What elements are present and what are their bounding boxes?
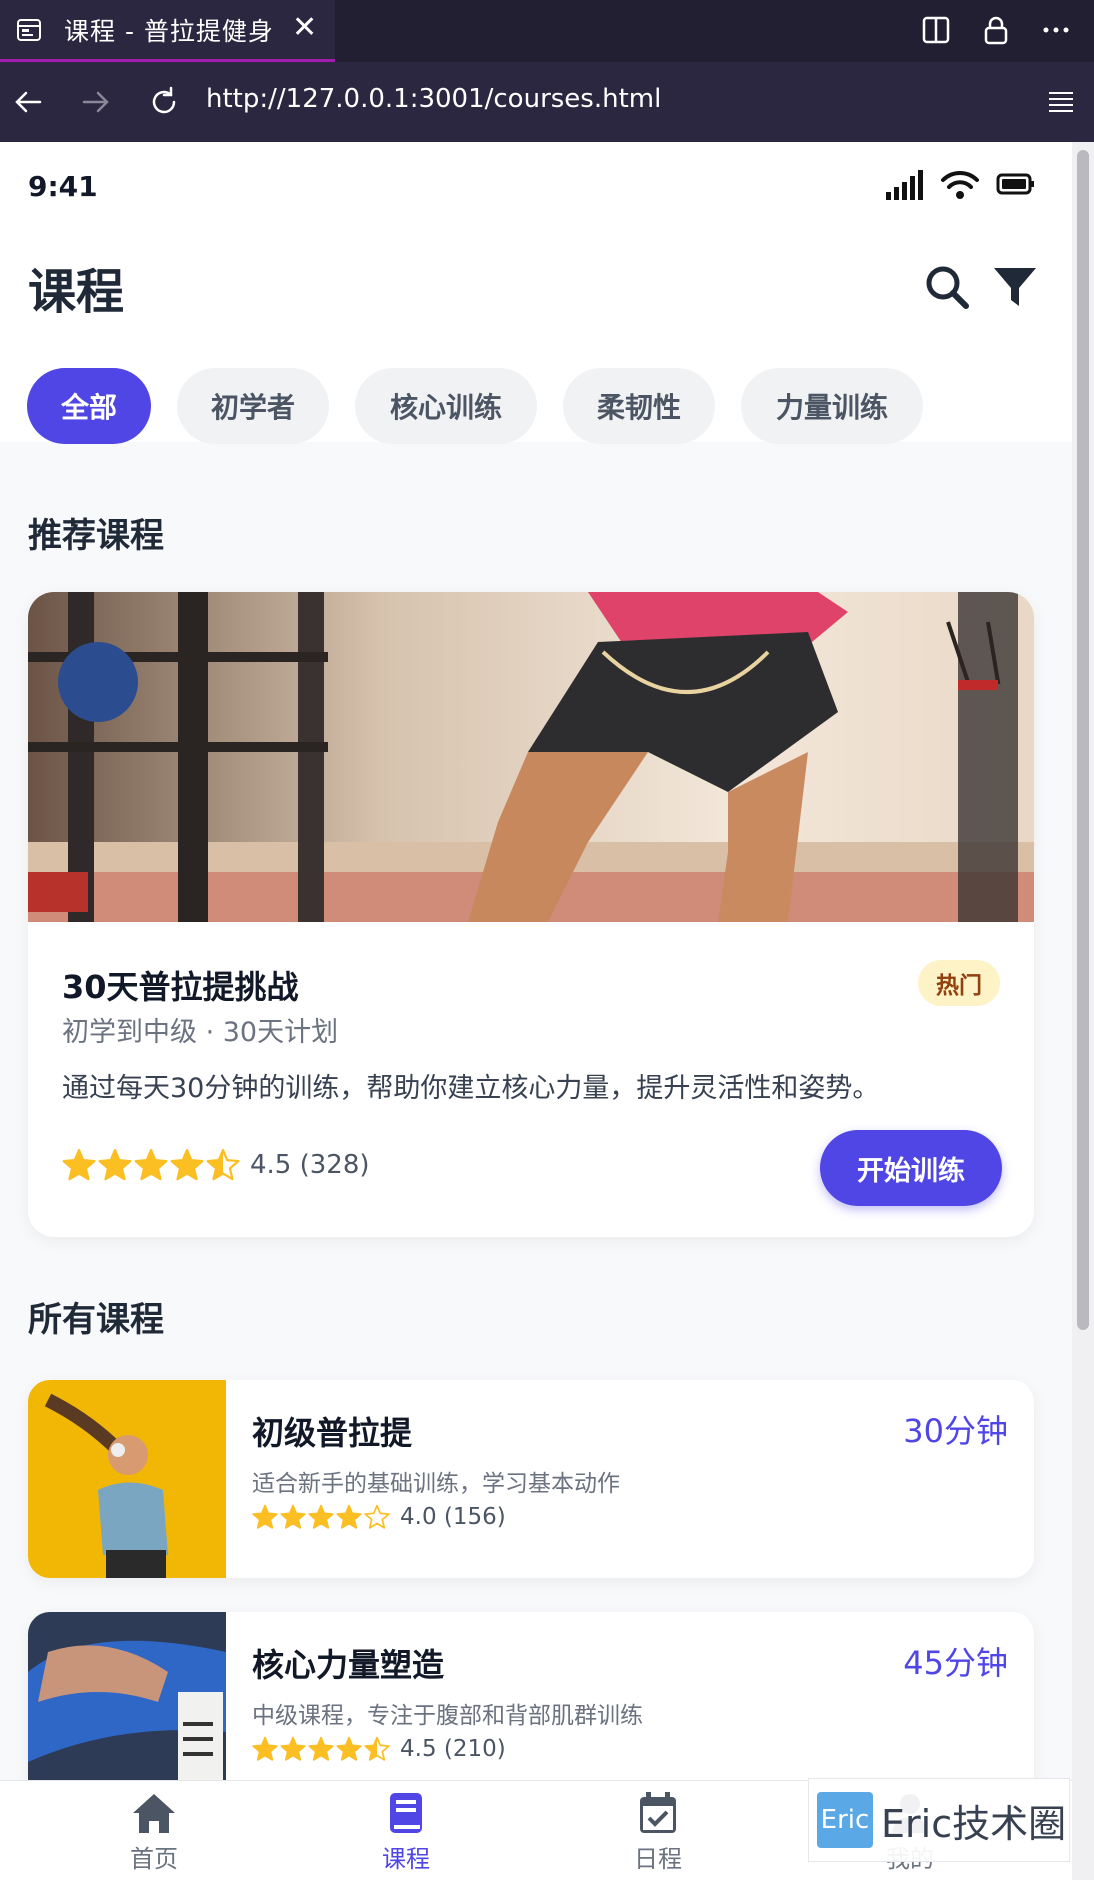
page-header: 课程	[0, 232, 1072, 342]
signal-icon	[886, 170, 923, 200]
course-rating-text: 4.0 (156)	[400, 1504, 506, 1530]
calendar-check-icon	[640, 1792, 676, 1833]
hamburger-menu-icon[interactable]	[1046, 88, 1076, 116]
star-rating-icon	[62, 1148, 242, 1182]
course-card-beginner[interactable]: 初级普拉提 30分钟 适合新手的基础训练，学习基本动作 4.0 (156)	[28, 1380, 1034, 1578]
recommended-section-title: 推荐课程	[28, 516, 164, 556]
nav-label: 首页	[130, 1845, 178, 1873]
nav-item-home[interactable]: 首页	[94, 1791, 214, 1877]
course-title: 核心力量塑造	[252, 1646, 445, 1684]
hot-badge: 热门	[918, 960, 1000, 1006]
course-duration: 30分钟	[903, 1412, 1008, 1450]
home-icon	[133, 1794, 175, 1833]
featured-course-title: 30天普拉提挑战	[62, 968, 299, 1006]
close-tab-icon[interactable]: ✕	[292, 10, 317, 45]
course-description: 中级课程，专注于腹部和背部肌群训练	[252, 1703, 643, 1729]
featured-rating-text: 4.5 (328)	[250, 1150, 370, 1180]
star-rating-icon	[252, 1504, 392, 1530]
course-title: 初级普拉提	[252, 1414, 413, 1452]
forward-icon[interactable]	[78, 84, 114, 120]
page-viewport: 9:41 课程 全部 初学者 核心训练 柔韧性 力量训练 推荐课程 30天普拉提…	[0, 142, 1072, 1880]
filter-chip-flexibility[interactable]: 柔韧性	[563, 368, 715, 444]
book-icon	[390, 1793, 422, 1833]
search-icon[interactable]	[922, 262, 972, 312]
watermark-logo: Eric	[817, 1792, 873, 1848]
course-duration: 45分钟	[903, 1644, 1008, 1682]
course-rating: 4.5 (210)	[252, 1736, 506, 1762]
reload-icon[interactable]	[146, 84, 182, 120]
scrollbar-thumb[interactable]	[1077, 150, 1089, 1330]
browser-tab[interactable]: 课程 - 普拉提健身 ✕	[0, 0, 335, 62]
tab-title: 课程 - 普拉提健身	[64, 16, 274, 46]
phone-status-bar: 9:41	[0, 142, 1072, 232]
filter-chip-all[interactable]: 全部	[27, 368, 151, 444]
course-description: 适合新手的基础训练，学习基本动作	[252, 1471, 620, 1497]
watermark-text: Eric技术圈	[881, 1801, 1067, 1846]
battery-icon	[996, 173, 1034, 195]
course-rating: 4.0 (156)	[252, 1504, 506, 1530]
nav-label: 课程	[382, 1845, 430, 1873]
filter-chip-core[interactable]: 核心训练	[355, 368, 537, 444]
filter-chip-strength[interactable]: 力量训练	[741, 368, 923, 444]
nav-item-courses[interactable]: 课程	[346, 1791, 466, 1877]
featured-course-card[interactable]: 30天普拉提挑战 热门 初学到中级 · 30天计划 通过每天30分钟的训练，帮助…	[28, 592, 1034, 1237]
browser-tab-bar: 课程 - 普拉提健身 ✕	[0, 0, 1094, 62]
start-training-button[interactable]: 开始训练	[820, 1130, 1002, 1206]
address-bar: http://127.0.0.1:3001/courses.html	[0, 62, 1094, 142]
nav-label: 日程	[634, 1845, 682, 1873]
featured-course-image	[28, 592, 1034, 922]
page-scrollbar[interactable]	[1072, 142, 1094, 1880]
filter-chip-beginner[interactable]: 初学者	[177, 368, 329, 444]
featured-rating: 4.5 (328)	[62, 1148, 370, 1182]
wifi-icon	[941, 170, 979, 199]
more-icon[interactable]	[1040, 14, 1072, 46]
featured-course-meta: 初学到中级 · 30天计划	[62, 1017, 339, 1048]
category-filter-bar: 全部 初学者 核心训练 柔韧性 力量训练	[0, 342, 1072, 444]
nav-item-schedule[interactable]: 日程	[598, 1791, 718, 1877]
back-icon[interactable]	[10, 84, 46, 120]
course-thumbnail-beginner	[28, 1380, 226, 1578]
url-field[interactable]: http://127.0.0.1:3001/courses.html	[206, 84, 661, 114]
star-rating-icon	[252, 1736, 392, 1762]
featured-course-description: 通过每天30分钟的训练，帮助你建立核心力量，提升灵活性和姿势。	[62, 1073, 880, 1104]
lock-icon[interactable]	[980, 14, 1012, 46]
all-courses-section-title: 所有课程	[28, 1300, 164, 1340]
page-icon	[17, 18, 41, 41]
filter-icon[interactable]	[990, 262, 1040, 312]
status-time: 9:41	[28, 170, 98, 203]
course-rating-text: 4.5 (210)	[400, 1736, 506, 1762]
watermark: Eric Eric技术圈	[808, 1778, 1070, 1862]
page-title: 课程	[28, 264, 125, 320]
split-view-icon[interactable]	[920, 14, 952, 46]
